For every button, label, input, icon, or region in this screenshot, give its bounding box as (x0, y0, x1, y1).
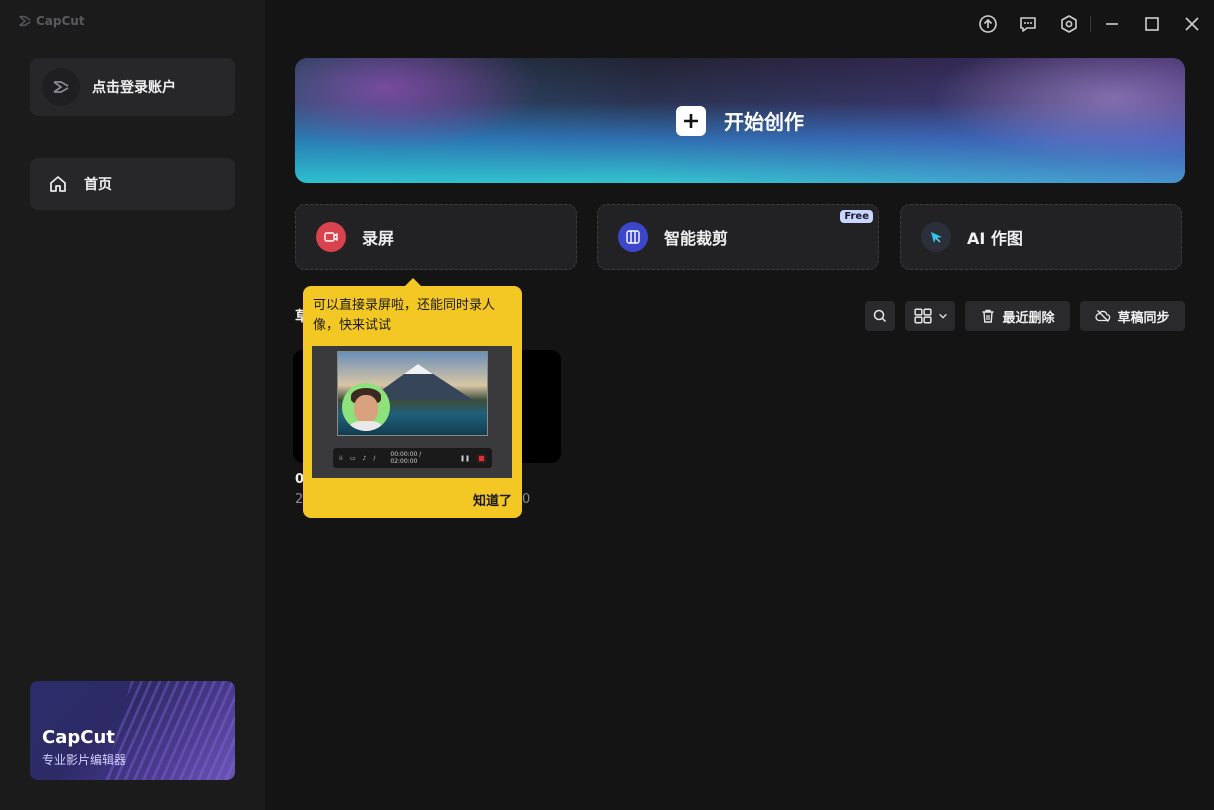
draft-sync-button[interactable]: 草稿同步 (1080, 301, 1185, 331)
sidebar: CapCut 点击登录账户 首页 CapCut 专业影片编辑器 (0, 0, 265, 810)
start-creation-label: 开始创作 (724, 110, 804, 134)
recent-delete-label: 最近删除 (1002, 310, 1055, 326)
login-label: 点击登录账户 (92, 80, 176, 96)
chevron-down-icon (939, 313, 947, 319)
cloud-off-icon (1095, 310, 1111, 322)
minimize-icon[interactable] (1101, 13, 1123, 35)
smart-crop-label: 智能裁剪 (664, 229, 729, 248)
record-screen-button[interactable]: 录屏 (295, 204, 577, 270)
sidebar-item-home[interactable]: 首页 (30, 158, 235, 210)
promo-subtitle: 专业影片编辑器 (42, 753, 127, 767)
stop-record-icon (477, 453, 487, 463)
drag-handle-icon: ⁞⁞ (339, 454, 343, 462)
tooltip-preview-image: ⁞⁞ ▭ ♪ ∕ 00:00:00 / 02:00:00 ❚❚ (312, 346, 512, 478)
record-screen-label: 录屏 (362, 229, 395, 248)
app-logo: CapCut (18, 14, 85, 28)
pen-icon: ∕ (373, 454, 376, 462)
capcut-avatar-icon (53, 81, 69, 93)
draft-meta-end: 0 (522, 492, 531, 507)
promo-banner[interactable]: CapCut 专业影片编辑器 (30, 681, 235, 780)
avatar (42, 68, 80, 106)
recording-time: 00:00:00 / 02:00:00 (390, 451, 422, 465)
sidebar-item-label: 首页 (84, 177, 112, 193)
capcut-logo-icon (19, 15, 31, 27)
plus-icon (676, 105, 706, 136)
ai-draw-icon (921, 222, 951, 252)
app-logo-text: CapCut (36, 14, 85, 28)
pause-icon: ❚❚ (459, 454, 471, 462)
webcam-avatar (342, 383, 390, 431)
feedback-icon[interactable] (1017, 13, 1039, 35)
smart-crop-icon (618, 222, 648, 252)
upload-icon[interactable] (977, 13, 999, 35)
search-icon (873, 309, 887, 323)
home-icon (50, 176, 66, 192)
login-button[interactable]: 点击登录账户 (30, 58, 235, 116)
record-screen-icon (316, 222, 346, 252)
maximize-icon[interactable] (1141, 13, 1163, 35)
camera-icon: ▭ (349, 454, 356, 462)
search-button[interactable] (865, 301, 895, 331)
ai-draw-label: AI 作图 (967, 229, 1023, 248)
smart-crop-button[interactable]: 智能裁剪 Free (597, 204, 879, 270)
trash-icon (982, 309, 994, 323)
tooltip-text: 可以直接录屏啦，还能同时录人像，快来试试 (313, 298, 496, 333)
titlebar-divider (1090, 16, 1091, 32)
free-badge: Free (840, 210, 873, 223)
settings-icon[interactable] (1058, 13, 1080, 35)
view-mode-dropdown[interactable] (905, 301, 955, 331)
record-screen-tooltip: 可以直接录屏啦，还能同时录人像，快来试试 ⁞⁞ ▭ ♪ ∕ 00:00:00 /… (303, 278, 522, 518)
grid-view-icon (914, 308, 932, 324)
close-icon[interactable] (1181, 13, 1203, 35)
recording-controls: ⁞⁞ ▭ ♪ ∕ 00:00:00 / 02:00:00 ❚❚ (333, 448, 492, 468)
promo-title: CapCut (42, 727, 115, 748)
mic-icon: ♪ (362, 454, 367, 462)
start-creation-button[interactable]: 开始创作 (295, 58, 1185, 183)
recent-delete-button[interactable]: 最近删除 (965, 301, 1070, 331)
draft-sync-label: 草稿同步 (1117, 310, 1170, 326)
tooltip-got-it-button[interactable]: 知道了 (473, 490, 512, 509)
ai-draw-button[interactable]: AI 作图 (900, 204, 1182, 270)
